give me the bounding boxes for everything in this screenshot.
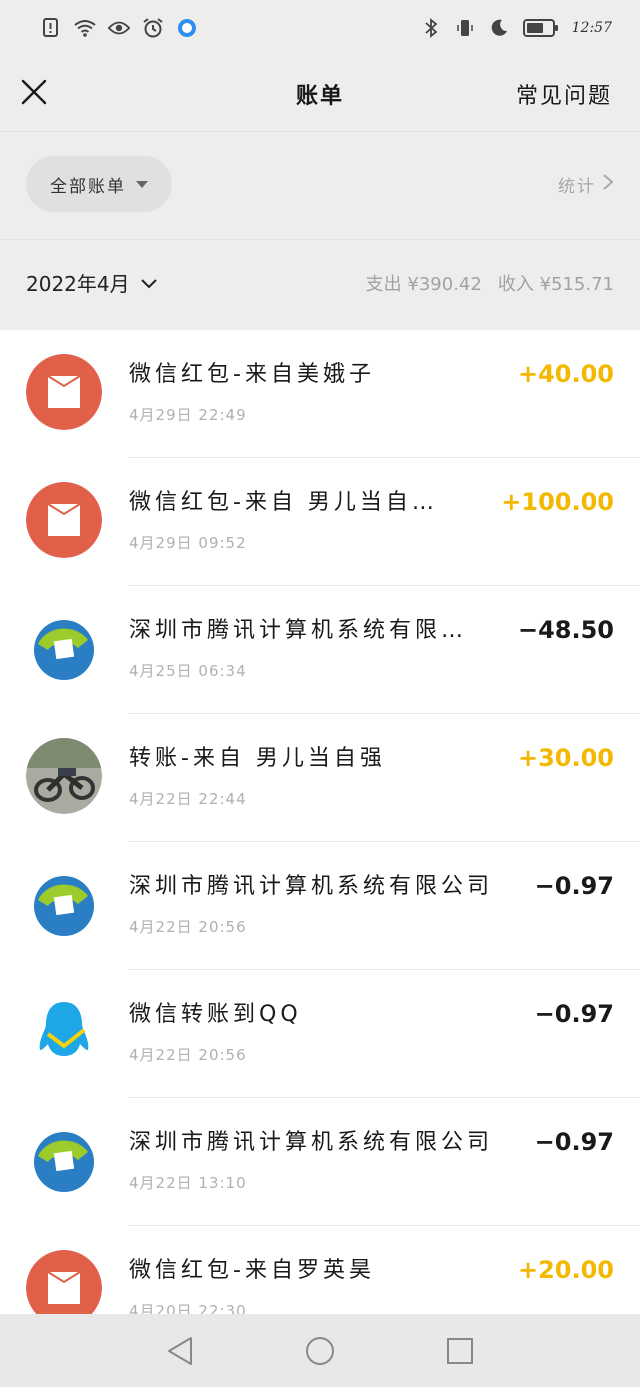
month-label: 2022年4月	[26, 272, 130, 296]
chevron-down-icon	[140, 271, 158, 295]
transaction-title: 转账-来自 男儿当自强	[129, 746, 386, 771]
month-row: 2022年4月 支出 ¥390.42 收入 ¥515.71	[0, 240, 640, 328]
transaction-amount: +40.00	[517, 360, 614, 388]
transaction-title: 微信红包-来自美娥子	[129, 362, 375, 387]
faq-link[interactable]: 常见问题	[516, 78, 612, 110]
nav-bar: 账单 常见问题	[0, 56, 640, 130]
expense-summary: 支出 ¥390.42	[366, 270, 482, 296]
tencent-logo-icon	[26, 866, 102, 942]
vibrate-icon	[454, 17, 476, 39]
transaction-item[interactable]: 微信红包-来自罗英昊 4月20日 22:30 +20.00	[0, 1226, 640, 1314]
status-time: 12:57	[571, 20, 612, 36]
qq-penguin-icon	[26, 994, 102, 1070]
bluetooth-icon	[420, 17, 442, 39]
transaction-amount: −0.97	[534, 1128, 614, 1156]
wifi-icon	[74, 17, 96, 39]
transaction-time: 4月22日 20:56	[129, 1046, 247, 1064]
transaction-time: 4月20日 22:30	[129, 1302, 247, 1314]
transaction-time: 4月22日 22:44	[129, 790, 247, 808]
app-icon	[176, 17, 198, 39]
transaction-list: 微信红包-来自美娥子 4月29日 22:49 +40.00 微信红包-来自 男儿…	[0, 330, 640, 1314]
transaction-time: 4月29日 09:52	[129, 534, 247, 552]
transaction-item[interactable]: 转账-来自 男儿当自强 4月22日 22:44 +30.00	[0, 714, 640, 842]
all-bills-filter-button[interactable]: 全部账单	[26, 156, 172, 212]
system-nav-bar	[0, 1314, 640, 1387]
alert-icon	[40, 17, 62, 39]
caret-down-icon	[136, 180, 148, 188]
transaction-title: 微信红包-来自罗英昊	[129, 1258, 375, 1283]
home-icon[interactable]	[300, 1331, 340, 1371]
transaction-title: 微信红包-来自 男儿当自…	[129, 490, 438, 515]
red-packet-icon	[26, 482, 102, 558]
transaction-item[interactable]: 深圳市腾讯计算机系统有限… 4月25日 06:34 −48.50	[0, 586, 640, 714]
status-left	[40, 17, 198, 39]
filter-row: 全部账单 统计	[0, 132, 640, 238]
transaction-item[interactable]: 微信红包-来自 男儿当自… 4月29日 09:52 +100.00	[0, 458, 640, 586]
income-label: 收入	[497, 274, 534, 295]
status-right: 12:57	[420, 17, 612, 39]
red-packet-icon	[26, 1250, 102, 1314]
expense-label: 支出	[365, 274, 402, 295]
chevron-right-icon	[602, 173, 614, 196]
all-bills-label: 全部账单	[50, 176, 126, 197]
stats-label: 统计	[558, 177, 596, 197]
transaction-title: 微信转账到QQ	[129, 1002, 302, 1027]
battery-icon	[522, 17, 560, 39]
income-value: ¥515.71	[539, 274, 614, 295]
tencent-logo-icon	[26, 1122, 102, 1198]
transaction-time: 4月25日 06:34	[129, 662, 247, 680]
user-photo-avatar	[26, 738, 102, 814]
moon-icon	[488, 17, 510, 39]
month-selector[interactable]: 2022年4月	[26, 268, 158, 297]
transaction-item[interactable]: 深圳市腾讯计算机系统有限公司 4月22日 13:10 −0.97	[0, 1098, 640, 1226]
transaction-title: 深圳市腾讯计算机系统有限…	[129, 618, 468, 643]
transaction-time: 4月22日 20:56	[129, 918, 247, 936]
transaction-amount: −0.97	[534, 1000, 614, 1028]
stats-link[interactable]: 统计	[558, 172, 614, 197]
income-summary: 收入 ¥515.71	[498, 270, 614, 296]
expense-value: ¥390.42	[407, 274, 482, 295]
recents-icon[interactable]	[440, 1331, 480, 1371]
transaction-amount: +30.00	[517, 744, 614, 772]
transaction-item[interactable]: 微信转账到QQ 4月22日 20:56 −0.97	[0, 970, 640, 1098]
month-summary: 支出 ¥390.42 收入 ¥515.71	[366, 270, 614, 296]
transaction-time: 4月29日 22:49	[129, 406, 247, 424]
transaction-title: 深圳市腾讯计算机系统有限公司	[129, 1130, 489, 1155]
eye-icon	[108, 17, 130, 39]
transaction-amount: +20.00	[517, 1256, 614, 1284]
close-icon[interactable]	[18, 76, 50, 108]
red-packet-icon	[26, 354, 102, 430]
transaction-time: 4月22日 13:10	[129, 1174, 247, 1192]
back-icon[interactable]	[160, 1331, 200, 1371]
transaction-amount: −0.97	[534, 872, 614, 900]
transaction-item[interactable]: 深圳市腾讯计算机系统有限公司 4月22日 20:56 −0.97	[0, 842, 640, 970]
transaction-amount: +100.00	[501, 488, 614, 516]
transaction-amount: −48.50	[517, 616, 614, 644]
alarm-icon	[142, 17, 164, 39]
tencent-logo-icon	[26, 610, 102, 686]
transaction-title: 深圳市腾讯计算机系统有限公司	[129, 874, 489, 899]
transaction-item[interactable]: 微信红包-来自美娥子 4月29日 22:49 +40.00	[0, 330, 640, 458]
status-bar: 12:57	[0, 0, 640, 56]
